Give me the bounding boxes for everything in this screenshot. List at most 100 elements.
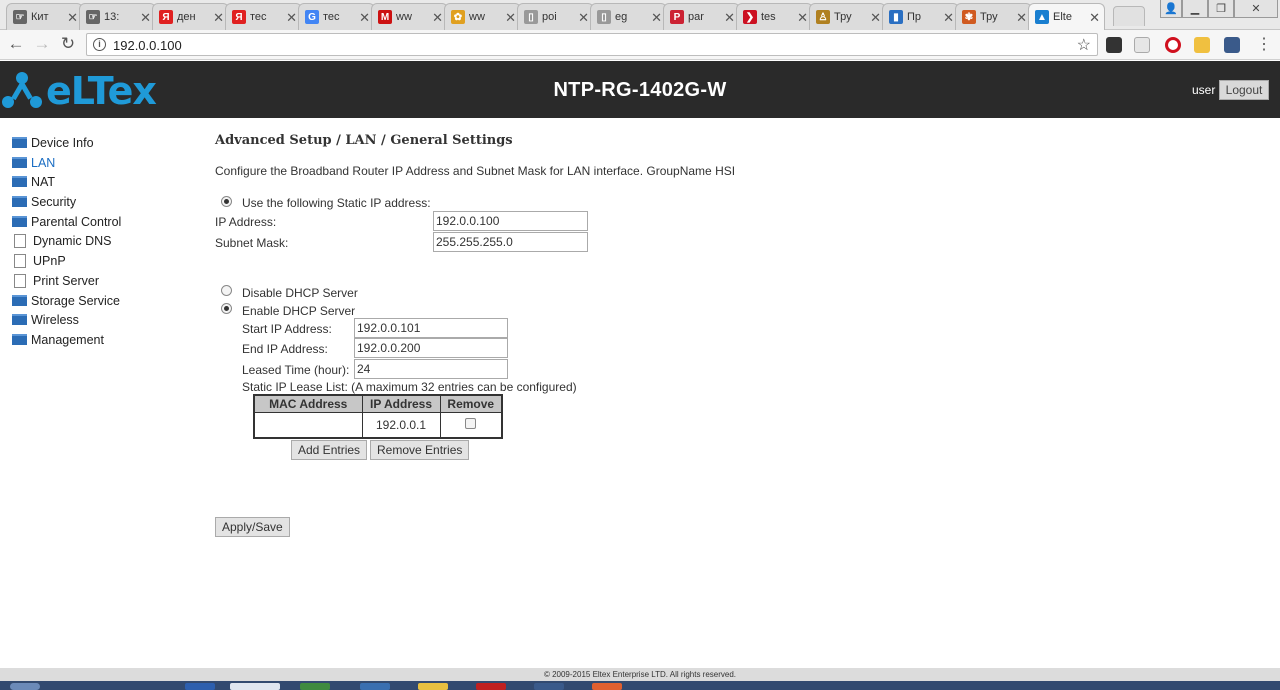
close-tab-icon[interactable]: ✕: [578, 11, 589, 24]
close-tab-icon[interactable]: ✕: [213, 11, 224, 24]
close-tab-icon[interactable]: ✕: [1089, 11, 1100, 24]
back-icon[interactable]: ←: [6, 34, 26, 54]
subnet-mask-input[interactable]: [433, 232, 588, 252]
sidebar-item-dynamic-dns[interactable]: Dynamic DNS: [12, 231, 112, 250]
tab-title: тес: [250, 11, 267, 23]
sidebar-item-parental-control[interactable]: Parental Control: [12, 212, 121, 231]
apply-save-button[interactable]: Apply/Save: [215, 517, 290, 537]
browser-tab[interactable]: ✿ ww ✕: [444, 3, 521, 30]
sidebar-item-print-server[interactable]: Print Server: [12, 271, 99, 290]
disable-dhcp-label: Disable DHCP Server: [242, 286, 358, 300]
enable-dhcp-radio[interactable]: [221, 303, 232, 314]
close-tab-icon[interactable]: ✕: [943, 11, 954, 24]
browser-tab[interactable]: ☞ 13: ✕: [79, 3, 156, 30]
close-window-icon[interactable]: ✕: [1234, 0, 1278, 18]
browser-tab[interactable]: ▮ Пр ✕: [882, 3, 959, 30]
url-input[interactable]: i 192.0.0.100 ☆: [86, 33, 1098, 56]
browser-tab[interactable]: ☞ Кит ✕: [6, 3, 83, 30]
page-icon: ▯: [524, 10, 538, 24]
close-tab-icon[interactable]: ✕: [651, 11, 662, 24]
close-tab-icon[interactable]: ✕: [359, 11, 370, 24]
remove-header: Remove: [439, 394, 503, 413]
sidebar-item-management[interactable]: Management: [12, 330, 104, 349]
user-profile-icon[interactable]: 👤: [1160, 0, 1182, 18]
ip-address-header: IP Address: [361, 394, 441, 413]
taskbar-app-icon[interactable]: [230, 683, 280, 690]
taskbar-app-icon[interactable]: [185, 683, 215, 690]
tab-title: Тру: [834, 11, 852, 23]
bookmark-star-icon[interactable]: ☆: [1077, 35, 1091, 55]
restore-icon[interactable]: ❐: [1208, 0, 1234, 18]
ip-address-input[interactable]: [433, 211, 588, 231]
add-entries-button[interactable]: Add Entries: [291, 440, 368, 460]
sidebar-item-wireless[interactable]: Wireless: [12, 310, 79, 329]
close-tab-icon[interactable]: ✕: [505, 11, 516, 24]
new-tab-button[interactable]: [1113, 6, 1145, 26]
browser-tab[interactable]: ✾ Тру ✕: [955, 3, 1032, 30]
extension-app-icon[interactable]: [1224, 37, 1240, 53]
tab-title: Тру: [980, 11, 998, 23]
taskbar-app-icon[interactable]: [418, 683, 448, 690]
sidebar-item-lan[interactable]: LAN: [12, 153, 55, 172]
close-tab-icon[interactable]: ✕: [797, 11, 808, 24]
sidebar-item-device-info[interactable]: Device Info: [12, 133, 94, 152]
close-tab-icon[interactable]: ✕: [724, 11, 735, 24]
folder-icon: [12, 334, 27, 345]
browser-tab[interactable]: ▯ poi ✕: [517, 3, 594, 30]
start-button[interactable]: [10, 683, 40, 690]
page-description: Configure the Broadband Router IP Addres…: [215, 164, 736, 178]
ip-address-cell: 192.0.0.1: [361, 412, 441, 438]
minimize-icon[interactable]: ▁: [1182, 0, 1208, 18]
tab-title: eg: [615, 11, 628, 23]
browser-tab[interactable]: ▯ eg ✕: [590, 3, 667, 30]
tab-title: Elte: [1053, 11, 1072, 23]
close-tab-icon[interactable]: ✕: [1016, 11, 1027, 24]
sidebar-item-storage-service[interactable]: Storage Service: [12, 291, 120, 310]
browser-tab[interactable]: Mww ✕: [371, 3, 448, 30]
sidebar-item-security[interactable]: Security: [12, 192, 76, 211]
extension-page-icon[interactable]: [1134, 37, 1150, 53]
tab-title: тес: [323, 11, 340, 23]
close-tab-icon[interactable]: ✕: [140, 11, 151, 24]
info-icon[interactable]: i: [93, 38, 106, 51]
disable-dhcp-radio[interactable]: [221, 285, 232, 296]
browser-tab[interactable]: ▲ Elte ✕: [1028, 3, 1105, 30]
lease-time-input[interactable]: [354, 359, 508, 379]
page-icon: [14, 233, 26, 248]
reload-icon[interactable]: ↻: [58, 34, 78, 54]
forward-icon[interactable]: →: [32, 34, 52, 54]
remove-checkbox[interactable]: [465, 417, 477, 429]
close-tab-icon[interactable]: ✕: [286, 11, 297, 24]
opera-icon[interactable]: [1165, 37, 1181, 53]
browser-tab[interactable]: Яден ✕: [152, 3, 229, 30]
extension-adblock-icon[interactable]: [1106, 37, 1122, 53]
browser-tab[interactable]: ❯ tes ✕: [736, 3, 813, 30]
static-ip-radio[interactable]: [221, 196, 232, 207]
browser-tab[interactable]: Ppar ✕: [663, 3, 740, 30]
page-icon: ▯: [597, 10, 611, 24]
sidebar-item-upnp[interactable]: UPnP: [12, 251, 66, 270]
taskbar-app-icon[interactable]: [476, 683, 506, 690]
end-ip-input[interactable]: [354, 338, 508, 358]
browser-tab[interactable]: ♙ Тру ✕: [809, 3, 886, 30]
close-tab-icon[interactable]: ✕: [67, 11, 78, 24]
sidebar-item-nat[interactable]: NAT: [12, 172, 55, 191]
menu-icon[interactable]: ⋮: [1254, 34, 1274, 54]
browser-tab[interactable]: Ятес ✕: [225, 3, 302, 30]
browser-tab[interactable]: Gтес ✕: [298, 3, 375, 30]
tab-title: par: [688, 11, 704, 23]
close-tab-icon[interactable]: ✕: [870, 11, 881, 24]
remove-entries-button[interactable]: Remove Entries: [370, 440, 470, 460]
tab-title: ww: [396, 11, 412, 23]
extension-share-icon[interactable]: [1194, 37, 1210, 53]
taskbar-app-icon[interactable]: [360, 683, 390, 690]
taskbar-app-icon[interactable]: [534, 683, 564, 690]
address-bar-row: ← → ↻ i 192.0.0.100 ☆ ⋮: [0, 30, 1280, 60]
logout-button[interactable]: Logout: [1219, 80, 1269, 100]
taskbar-app-icon[interactable]: [300, 683, 330, 690]
taskbar-app-icon[interactable]: [592, 683, 622, 690]
start-ip-input[interactable]: [354, 318, 508, 338]
url-text: 192.0.0.100: [113, 38, 182, 53]
close-tab-icon[interactable]: ✕: [432, 11, 443, 24]
main-content: Advanced Setup / LAN / General Settings …: [178, 118, 1280, 668]
